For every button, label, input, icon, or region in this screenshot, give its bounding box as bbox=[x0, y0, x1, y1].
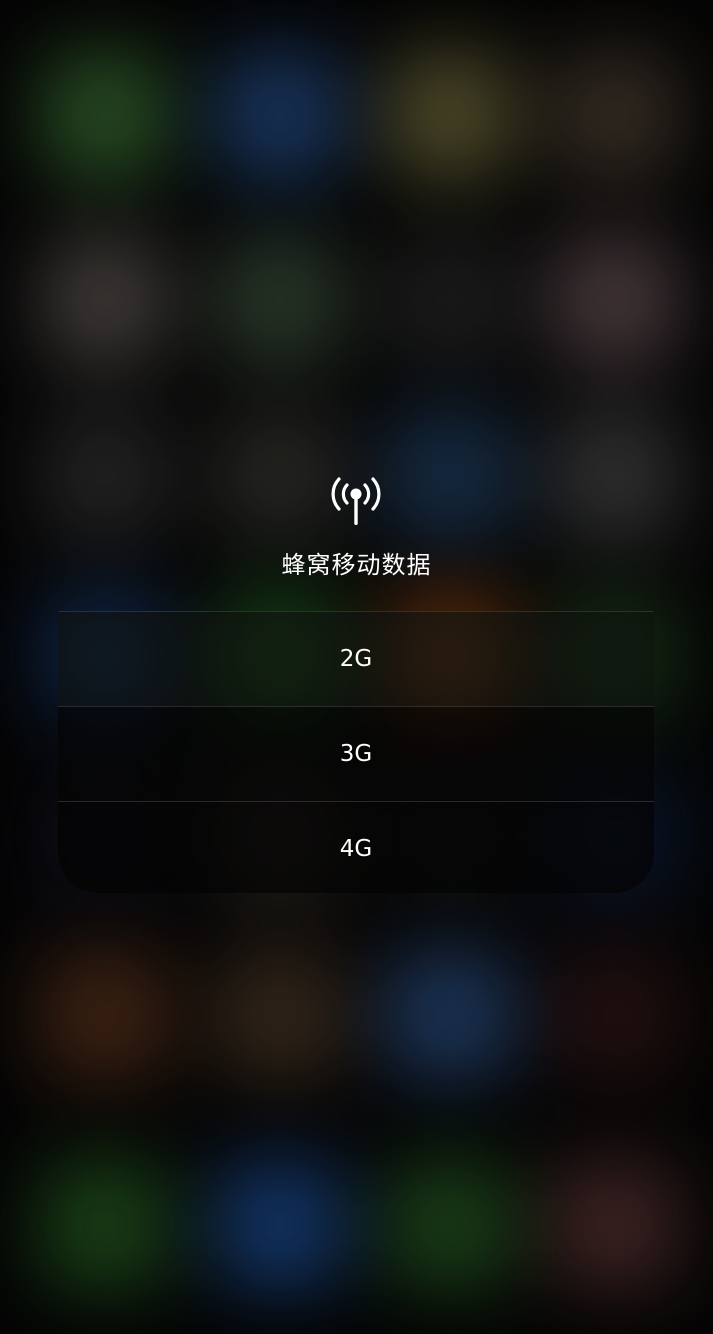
menu-item-label: 2G bbox=[339, 646, 373, 672]
menu-item-label: 4G bbox=[339, 836, 373, 862]
menu-item-label: 3G bbox=[339, 741, 373, 767]
cellular-antenna-icon bbox=[331, 477, 381, 525]
menu-title: 蜂窝移动数据 bbox=[281, 551, 432, 579]
menu-item-2g[interactable]: 2G bbox=[58, 611, 654, 706]
menu-item-4g[interactable]: 4G bbox=[58, 801, 654, 893]
screen: 蜂窝移动数据 2G 3G 4G bbox=[0, 0, 713, 1334]
menu-item-3g[interactable]: 3G bbox=[58, 706, 654, 801]
network-mode-menu: 2G 3G 4G bbox=[58, 611, 654, 893]
